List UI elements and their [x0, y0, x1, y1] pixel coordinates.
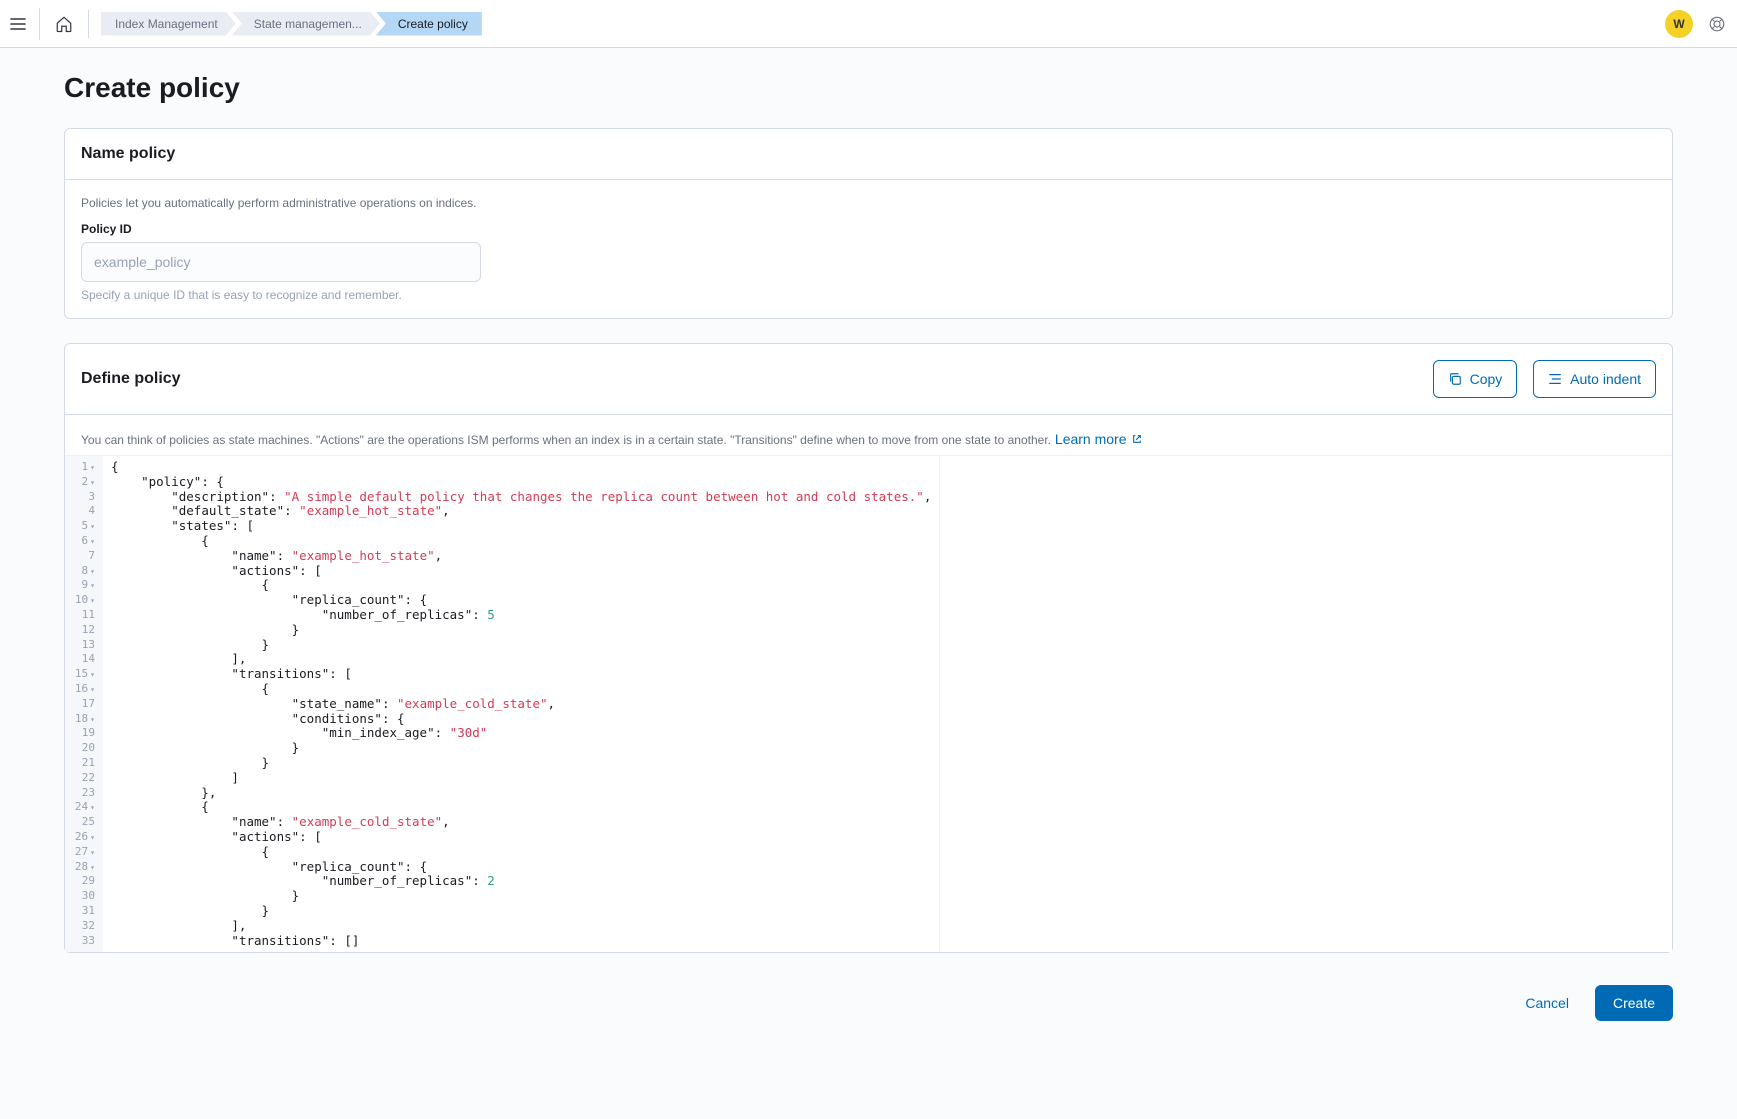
create-button[interactable]: Create	[1595, 985, 1673, 1021]
menu-toggle[interactable]	[8, 8, 40, 40]
hamburger-icon	[10, 16, 26, 32]
panel-title: Name policy	[81, 145, 175, 163]
copy-icon	[1448, 372, 1462, 386]
external-link-icon	[1132, 434, 1142, 444]
editor-gutter: 1▾2▾345▾6▾78▾9▾10▾1112131415▾16▾1718▾192…	[65, 456, 103, 952]
auto-indent-button[interactable]: Auto indent	[1533, 360, 1656, 398]
user-avatar[interactable]: W	[1665, 10, 1693, 38]
page-footer: Cancel Create	[64, 977, 1673, 1061]
page-title: Create policy	[64, 72, 1673, 104]
breadcrumbs: Index Management State managemen... Crea…	[88, 10, 478, 38]
auto-indent-button-label: Auto indent	[1570, 371, 1641, 387]
name-policy-panel: Name policy Policies let you automatical…	[64, 128, 1673, 319]
top-bar: Index Management State managemen... Crea…	[0, 0, 1737, 48]
learn-more-link[interactable]: Learn more	[1055, 431, 1142, 447]
json-editor[interactable]: 1▾2▾345▾6▾78▾9▾10▾1112131415▾16▾1718▾192…	[65, 455, 1672, 952]
learn-more-label: Learn more	[1055, 431, 1127, 447]
define-policy-panel: Define policy Copy Auto indent You can t…	[64, 343, 1673, 953]
home-icon	[55, 15, 73, 33]
define-help-text: You can think of policies as state machi…	[81, 433, 1051, 447]
indent-icon	[1548, 372, 1562, 386]
help-button[interactable]	[1705, 12, 1729, 36]
home-button[interactable]	[48, 8, 80, 40]
cancel-button[interactable]: Cancel	[1511, 985, 1583, 1021]
policy-id-hint: Specify a unique ID that is easy to reco…	[81, 288, 1656, 302]
lifebuoy-icon	[1708, 15, 1726, 33]
panel-title: Define policy	[81, 370, 181, 388]
copy-button-label: Copy	[1470, 371, 1503, 387]
breadcrumb-item[interactable]: State managemen...	[232, 12, 380, 36]
breadcrumb-item[interactable]: Index Management	[101, 12, 236, 36]
copy-button[interactable]: Copy	[1433, 360, 1518, 398]
policy-id-label: Policy ID	[81, 222, 1656, 236]
breadcrumb-item-current: Create policy	[376, 12, 482, 36]
editor-code[interactable]: { "policy": { "description": "A simple d…	[103, 456, 940, 952]
panel-help-text: Policies let you automatically perform a…	[81, 196, 1656, 210]
policy-id-input[interactable]	[81, 242, 481, 282]
